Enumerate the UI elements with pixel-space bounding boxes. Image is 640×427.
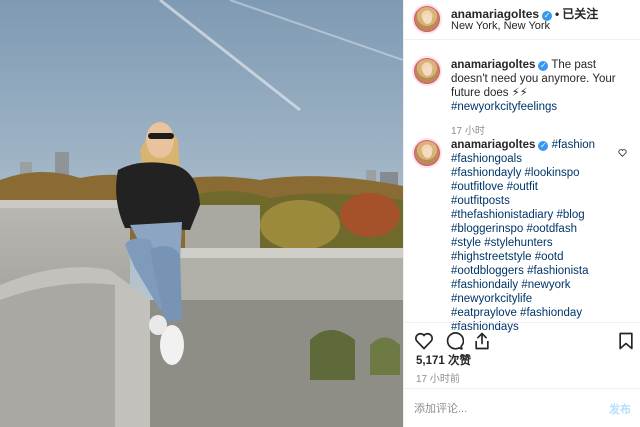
photo-image: [0, 0, 403, 427]
comment-text-block: anamariagoltes ✓ #fashion #fashiongoals #…: [451, 138, 631, 334]
caption-time[interactable]: 17 小时: [451, 122, 485, 137]
add-comment-bar: 发布: [404, 388, 640, 427]
comment-hashtag-line[interactable]: #style #stylehunters: [451, 237, 553, 249]
comment-username[interactable]: anamariagoltes: [451, 139, 535, 151]
comment-hashtag-line[interactable]: #ootdbloggers #fashionista: [451, 265, 588, 277]
comment-like-heart-icon[interactable]: [618, 149, 627, 157]
following-button[interactable]: 已关注: [562, 7, 598, 21]
header-username[interactable]: anamariagoltes: [451, 7, 539, 21]
post-timestamp[interactable]: 17 小时前: [416, 370, 460, 385]
bookmark-icon[interactable]: [616, 331, 636, 351]
verified-badge-icon: ✓: [538, 61, 549, 71]
comment-hashtag-line[interactable]: #outfitlove #outfit: [451, 181, 538, 193]
post-photo[interactable]: [0, 0, 403, 427]
comment-hashtag-line[interactable]: #bloggerinspo #ootdfash: [451, 223, 577, 235]
post-side-panel: anamariagoltes ✓ • 已关注 New York, New York a…: [403, 0, 640, 427]
location-link[interactable]: New York, New York: [451, 20, 550, 32]
post-header: anamariagoltes ✓ • 已关注 New York, New York: [404, 0, 640, 40]
comment-hashtag-line[interactable]: #fashiondaily #newyork: [451, 279, 571, 291]
likes-count[interactable]: 5,171 次赞: [416, 352, 471, 368]
hashtag-comment: anamariagoltes ✓ #fashion #fashiongoals #…: [404, 138, 640, 333]
avatar[interactable]: [412, 4, 442, 34]
dot-separator: •: [555, 7, 560, 21]
heart-icon[interactable]: [414, 331, 434, 351]
comment-icon[interactable]: [444, 331, 464, 351]
comment-hashtag-line[interactable]: #highstreetstyle #ootd: [451, 251, 564, 263]
caption: anamariagoltes ✓ The past doesn't need yo…: [404, 56, 640, 137]
comment-hashtag-line[interactable]: #fashiongoals: [451, 153, 522, 165]
comment-avatar[interactable]: [412, 138, 442, 168]
comment-hashtag-line[interactable]: #eatpraylove #fashionday: [451, 307, 582, 319]
comment-hashtag-line[interactable]: #outfitposts: [451, 195, 510, 207]
verified-badge-icon: ✓: [538, 141, 549, 151]
caption-username[interactable]: anamariagoltes: [451, 59, 535, 71]
share-icon[interactable]: [472, 331, 492, 351]
caption-hashtag[interactable]: #newyorkcityfeelings: [451, 101, 557, 113]
comment-hashtag-line[interactable]: #thefashionistadiary #blog: [451, 209, 585, 221]
comment-hashtag-line[interactable]: #newyorkcitylife: [451, 293, 532, 305]
caption-avatar[interactable]: [412, 56, 442, 86]
caption-text-block: anamariagoltes ✓ The past doesn't need yo…: [451, 58, 631, 114]
comment-hashtag-line[interactable]: #fashion: [552, 139, 595, 151]
comment-input[interactable]: [414, 400, 594, 418]
post-comment-button[interactable]: 发布: [609, 401, 631, 417]
comment-hashtag-line[interactable]: #fashiondayly #lookinspo: [451, 167, 580, 179]
